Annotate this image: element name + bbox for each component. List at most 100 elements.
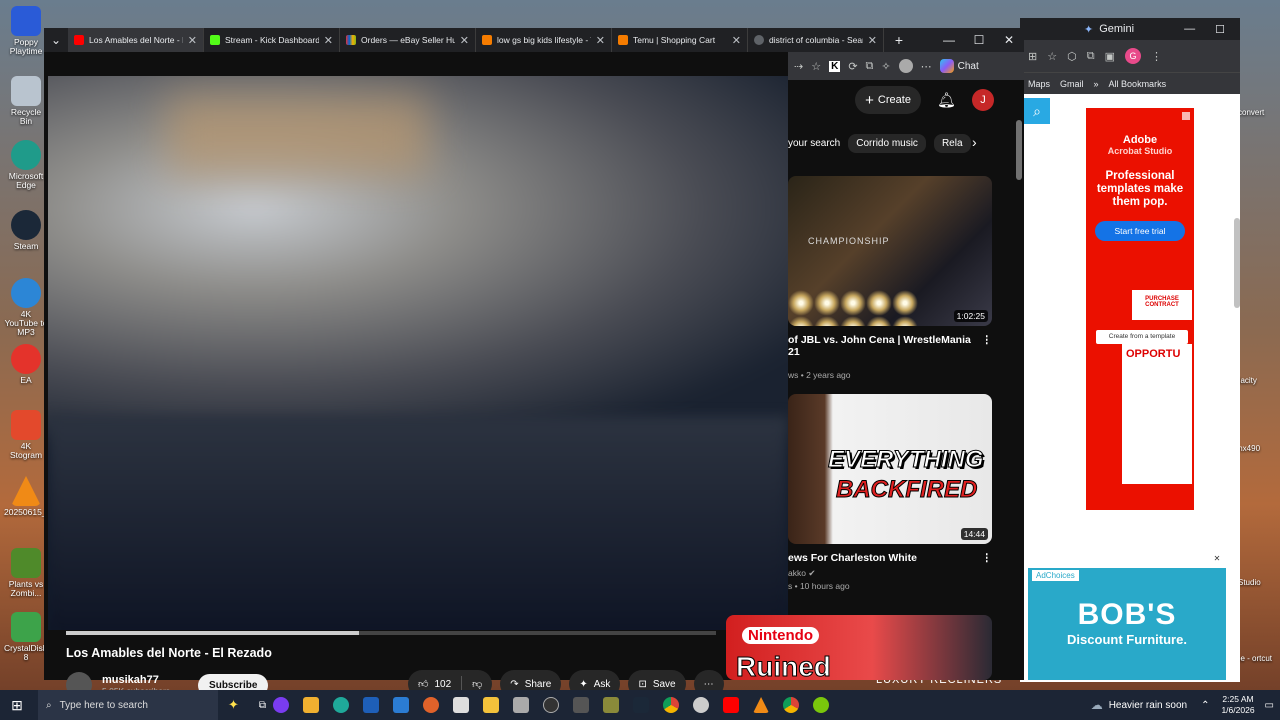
weather-text[interactable]: Heavier rain soon <box>1109 700 1187 711</box>
tray-chevron-icon[interactable]: ⌃ <box>1201 700 1209 711</box>
recommendation-thumbnail-nintendo[interactable]: Nintendo Ruined <box>726 615 992 680</box>
notifications-bell-icon[interactable]: 🔔︎ <box>937 91 956 109</box>
bg-maximize-button[interactable]: ☐ <box>1215 23 1225 36</box>
desktop-icon-vlc-file[interactable]: 20250615_1... <box>4 476 58 517</box>
clock[interactable]: 2:25 AM 1/6/2026 <box>1221 694 1254 716</box>
tab-temu-search[interactable]: low gs big kids lifestyle - Te ✕ <box>476 28 612 52</box>
video-player[interactable] <box>48 76 788 630</box>
file-explorer-icon[interactable] <box>303 697 320 713</box>
adchoices-label[interactable]: AdChoices <box>1032 570 1079 581</box>
weather-icon[interactable]: ☁ <box>1091 698 1103 712</box>
close-icon[interactable]: ✕ <box>1212 554 1222 564</box>
sparkle-icon[interactable]: ✦ <box>228 697 239 713</box>
windows-start-icon[interactable]: ⊞ <box>0 697 34 714</box>
desktop-icon-poppy-playtime[interactable]: Poppy Playtime <box>4 6 48 56</box>
tab-ebay[interactable]: Orders — eBay Seller Hub ✕ <box>340 28 476 52</box>
close-tab-icon[interactable]: ✕ <box>732 34 741 47</box>
app-icon[interactable] <box>453 697 470 713</box>
word-icon[interactable] <box>393 697 410 713</box>
desktop-icon-ea[interactable]: EA <box>4 344 48 385</box>
tab-temu-cart[interactable]: Temu | Shopping Cart ✕ <box>612 28 748 52</box>
chevron-right-icon[interactable]: » <box>1094 79 1099 89</box>
chrome2-icon[interactable] <box>783 697 800 713</box>
tab-search[interactable]: district of columbia - Searc ✕ <box>748 28 884 52</box>
desktop-icon-4k-youtube[interactable]: 4K YouTube to MP3 <box>4 278 48 337</box>
chip-your-search[interactable]: your search <box>788 138 840 149</box>
create-button[interactable]: + Create <box>855 86 921 114</box>
desktop-icon-4k-stogram[interactable]: 4K Stogram <box>4 410 48 460</box>
extensions-arrow-icon[interactable]: ⇢ <box>794 60 803 73</box>
tab-kick[interactable]: Stream - Kick Dashboard ✕ <box>204 28 340 52</box>
bg-scrollbar[interactable] <box>1234 218 1240 308</box>
video-thumbnail[interactable]: EVERYTHING BACKFIRED 14:44 <box>788 394 992 544</box>
gemini-button[interactable]: Gemini <box>1099 23 1134 35</box>
account-avatar[interactable]: J <box>972 89 994 111</box>
bookmark-star-icon[interactable]: ☆ <box>1047 50 1057 63</box>
app4-icon[interactable] <box>813 697 830 713</box>
close-tab-icon[interactable]: ✕ <box>596 34 605 47</box>
app2-icon[interactable] <box>513 697 530 713</box>
desktop-icon-recycle-bin[interactable]: Recycle Bin <box>4 76 48 126</box>
thumbs-down-icon[interactable]: 👎︎ <box>472 678 482 690</box>
extension-icon[interactable]: ⬡ <box>1067 50 1077 63</box>
close-window-button[interactable]: ✕ <box>994 33 1024 47</box>
app3-icon[interactable] <box>693 697 710 713</box>
sync-icon[interactable]: ⟳ <box>848 60 857 73</box>
page-scrollbar[interactable] <box>1016 120 1022 180</box>
recommendation-item[interactable]: EVERYTHING BACKFIRED 14:44 ews For Charl… <box>788 394 992 591</box>
picture-icon[interactable]: ⧉ <box>866 60 874 73</box>
task-view-icon[interactable]: ⧉ <box>259 700 266 711</box>
bookmark-all[interactable]: All Bookmarks <box>1109 79 1167 89</box>
vlc-icon[interactable] <box>753 697 770 713</box>
chrome-icon[interactable] <box>663 697 680 713</box>
mail-icon[interactable] <box>363 697 380 713</box>
game-icon[interactable] <box>603 697 620 713</box>
obs-icon[interactable] <box>543 697 560 713</box>
channel-name[interactable]: musikah77 <box>102 674 170 686</box>
menu-kebab-icon[interactable]: ⋮ <box>1151 50 1162 63</box>
folder-icon[interactable] <box>483 697 500 713</box>
star-icon[interactable]: ☆ <box>811 60 821 73</box>
youtube-icon[interactable] <box>723 697 740 713</box>
more-icon[interactable]: ⋯ <box>921 60 932 73</box>
pin-icon[interactable]: ✧ <box>881 60 890 73</box>
taskbar-search[interactable]: ⌕ Type here to search <box>38 690 218 720</box>
translate-icon[interactable]: ⊞ <box>1028 50 1037 63</box>
kick-extension-icon[interactable]: K <box>829 60 841 72</box>
chip-related[interactable]: Rela <box>933 133 971 153</box>
chevron-right-icon[interactable]: › <box>972 134 977 150</box>
more-vert-icon[interactable]: ⋮ <box>982 334 993 358</box>
notification-icon[interactable]: ▭ <box>1265 700 1274 711</box>
start-free-trial-button[interactable]: Start free trial <box>1095 221 1185 241</box>
search-icon[interactable]: ⌕ <box>1024 98 1050 124</box>
copilot-chat-button[interactable]: Chat <box>939 59 979 73</box>
close-tab-icon[interactable]: ✕ <box>868 34 877 47</box>
close-tab-icon[interactable]: ✕ <box>460 34 469 47</box>
close-tab-icon[interactable]: ✕ <box>324 34 333 47</box>
ad-close-icon[interactable] <box>1182 112 1190 120</box>
recommendation-title[interactable]: of JBL vs. John Cena | WrestleMania 21 ⋮ <box>788 334 992 358</box>
puzzle-icon[interactable]: ⧉ <box>1087 50 1095 63</box>
desktop-icon-studio[interactable]: Studio <box>1238 578 1261 587</box>
new-tab-button[interactable]: + <box>884 32 914 48</box>
recommendation-item[interactable]: CHAMPIONSHIP 1:02:25 of JBL vs. John Cen… <box>788 176 992 380</box>
desktop-icon-edge[interactable]: Microsoft Edge <box>4 140 48 190</box>
desktop-icon-steam[interactable]: Steam <box>4 210 48 251</box>
desktop-icon-crystaldisk[interactable]: CrystalDisk... 8 <box>4 612 54 662</box>
chip-corrido-music[interactable]: Corrido music <box>848 133 926 153</box>
adobe-ad[interactable]: Adobe Acrobat Studio Professional templa… <box>1086 108 1194 510</box>
sidepanel-icon[interactable]: ▣ <box>1105 50 1115 63</box>
main-browser-window[interactable]: ⌄ Los Amables del Norte - El ✕ Stream - K… <box>44 28 1024 698</box>
edge-icon[interactable] <box>333 697 350 713</box>
calculator-icon[interactable] <box>573 697 590 713</box>
bookmark-maps[interactable]: Maps <box>1028 79 1050 89</box>
tab-youtube[interactable]: Los Amables del Norte - El ✕ <box>68 28 204 52</box>
cortana-icon[interactable] <box>273 697 290 713</box>
desktop-icon-plants-vs-zombies[interactable]: Plants vs Zombi... <box>4 548 48 598</box>
more-vert-icon[interactable]: ⋮ <box>982 552 993 564</box>
video-thumbnail[interactable]: CHAMPIONSHIP 1:02:25 <box>788 176 992 326</box>
tab-search-icon[interactable]: ⌄ <box>44 33 68 47</box>
bookmark-gmail[interactable]: Gmail <box>1060 79 1084 89</box>
firefox-icon[interactable] <box>423 697 440 713</box>
desktop-icon-shortcut[interactable]: pe - ortcut <box>1236 654 1276 663</box>
